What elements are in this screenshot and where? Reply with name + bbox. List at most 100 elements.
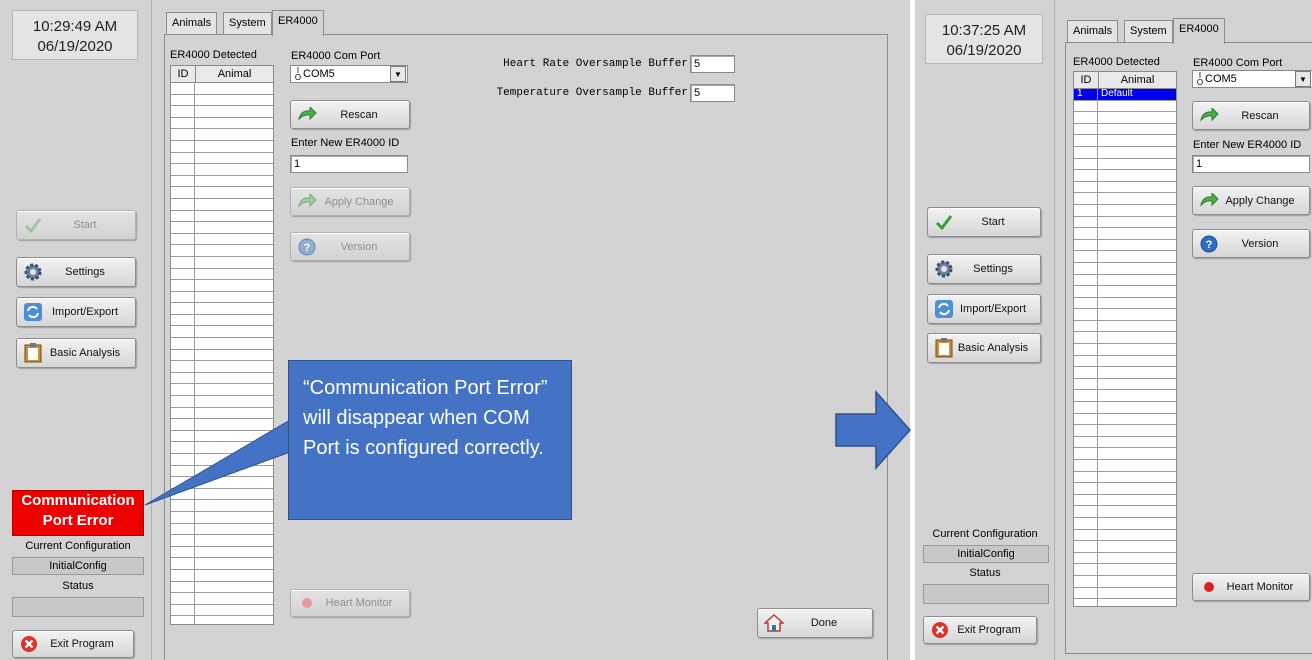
- table-row[interactable]: [1074, 552, 1176, 565]
- table-row[interactable]: [1074, 367, 1176, 379]
- cell-id: [1074, 251, 1098, 262]
- cell-animal: [1098, 135, 1176, 146]
- table-row[interactable]: [1074, 413, 1176, 426]
- cell-id: [1074, 564, 1098, 575]
- start-button[interactable]: Start: [927, 207, 1041, 237]
- table-row[interactable]: [1074, 146, 1176, 159]
- cell-animal: [1098, 205, 1176, 216]
- cell-id: [1074, 460, 1098, 471]
- cell-id: [1074, 146, 1098, 158]
- tab-er4000[interactable]: ER4000: [272, 10, 324, 36]
- table-row[interactable]: [1074, 181, 1176, 194]
- table-row[interactable]: 1 Default: [1074, 89, 1176, 101]
- table-row[interactable]: [1074, 135, 1176, 147]
- tab-er4000[interactable]: ER4000: [1173, 18, 1225, 44]
- exit-program-button[interactable]: Exit Program: [923, 616, 1037, 644]
- cell-animal: [1098, 147, 1176, 158]
- tab-system[interactable]: System: [1124, 20, 1173, 42]
- table-row[interactable]: [1074, 378, 1176, 391]
- tab-animals[interactable]: Animals: [1067, 20, 1119, 42]
- cell-id: [1074, 135, 1098, 146]
- apply-change-button[interactable]: Apply Change: [1192, 186, 1310, 215]
- table-row[interactable]: [1074, 251, 1176, 263]
- table-row[interactable]: [1074, 112, 1176, 124]
- table-row[interactable]: [1074, 390, 1176, 403]
- table-row[interactable]: [1074, 494, 1176, 507]
- table-row[interactable]: [1074, 425, 1176, 437]
- table-row[interactable]: [1074, 216, 1176, 229]
- cell-animal: [1098, 425, 1176, 436]
- table-row[interactable]: [1074, 332, 1176, 345]
- basic-analysis-button[interactable]: Basic Analysis: [927, 333, 1041, 363]
- cell-id: [1074, 344, 1098, 355]
- table-row[interactable]: [1074, 460, 1176, 472]
- table-row[interactable]: [1074, 402, 1176, 414]
- sync-icon: [934, 299, 954, 319]
- table-row[interactable]: [1074, 564, 1176, 576]
- table-row[interactable]: [1074, 344, 1176, 356]
- cell-animal: [1098, 541, 1176, 552]
- table-row[interactable]: [1074, 228, 1176, 240]
- cell-animal: [1098, 414, 1176, 425]
- cell-id: [1074, 193, 1098, 204]
- rescan-button[interactable]: Rescan: [1192, 101, 1310, 130]
- chevron-down-icon[interactable]: ▼: [1295, 71, 1311, 87]
- cell-id: [1074, 599, 1098, 606]
- cell-id: [1074, 483, 1098, 494]
- settings-button[interactable]: Settings: [927, 254, 1041, 284]
- cell-animal: [1098, 332, 1176, 343]
- table-row[interactable]: [1074, 541, 1176, 553]
- table-row[interactable]: [1074, 575, 1176, 588]
- table-row[interactable]: [1074, 262, 1176, 275]
- table-row[interactable]: [1074, 587, 1176, 600]
- table-row[interactable]: [1074, 204, 1176, 217]
- cell-id: [1074, 367, 1098, 378]
- heart-monitor-button[interactable]: Heart Monitor: [1192, 573, 1310, 601]
- table-row[interactable]: [1074, 506, 1176, 518]
- cell-animal: [1098, 217, 1176, 228]
- cell-animal: [1098, 564, 1176, 575]
- table-row[interactable]: [1074, 100, 1176, 113]
- version-button[interactable]: ? Version: [1192, 229, 1310, 258]
- cell-animal: [1098, 472, 1176, 483]
- table-row[interactable]: [1074, 471, 1176, 484]
- er4000-detected-table[interactable]: ID Animal 1 Default: [1073, 71, 1177, 607]
- table-row[interactable]: [1074, 158, 1176, 171]
- heart-monitor-label: Heart Monitor: [1226, 581, 1294, 593]
- table-row[interactable]: [1074, 297, 1176, 310]
- green-arrow-icon: [1199, 106, 1219, 126]
- current-configuration-label: Current Configuration: [932, 528, 1038, 540]
- import-export-label: Import/Export: [959, 303, 1027, 315]
- table-row[interactable]: [1074, 286, 1176, 298]
- table-row[interactable]: [1074, 170, 1176, 182]
- cell-id: [1074, 332, 1098, 344]
- table-row[interactable]: [1074, 309, 1176, 321]
- new-id-input[interactable]: 1: [1192, 155, 1310, 173]
- import-export-button[interactable]: Import/Export: [927, 294, 1041, 324]
- table-row[interactable]: [1074, 436, 1176, 449]
- cell-animal: [1098, 112, 1176, 123]
- table-row[interactable]: [1074, 448, 1176, 460]
- table-row[interactable]: [1074, 320, 1176, 333]
- table-row[interactable]: [1074, 123, 1176, 136]
- right-sidebar: 10:37:25 AM 06/19/2020 Start Settings Im…: [915, 0, 1055, 660]
- table-row[interactable]: [1074, 517, 1176, 530]
- version-label: Version: [1241, 237, 1279, 250]
- table-row[interactable]: [1074, 599, 1176, 606]
- settings-label: Settings: [973, 263, 1013, 275]
- table-row[interactable]: [1074, 483, 1176, 495]
- table-row[interactable]: [1074, 239, 1176, 252]
- cell-animal: [1098, 576, 1176, 587]
- er4000-detected-label: ER4000 Detected: [1073, 56, 1160, 68]
- checkmark-icon: [934, 212, 954, 232]
- cell-id: [1074, 286, 1098, 297]
- com-port-select[interactable]: IO COM5 ▼: [1192, 70, 1312, 88]
- table-row[interactable]: [1074, 355, 1176, 368]
- cell-id: [1074, 541, 1098, 552]
- table-row[interactable]: [1074, 274, 1176, 287]
- table-row[interactable]: [1074, 193, 1176, 205]
- table-row[interactable]: [1074, 529, 1176, 542]
- cell-id: 1: [1074, 89, 1098, 100]
- cell-animal: [1098, 298, 1176, 309]
- close-circle-icon: [930, 620, 950, 640]
